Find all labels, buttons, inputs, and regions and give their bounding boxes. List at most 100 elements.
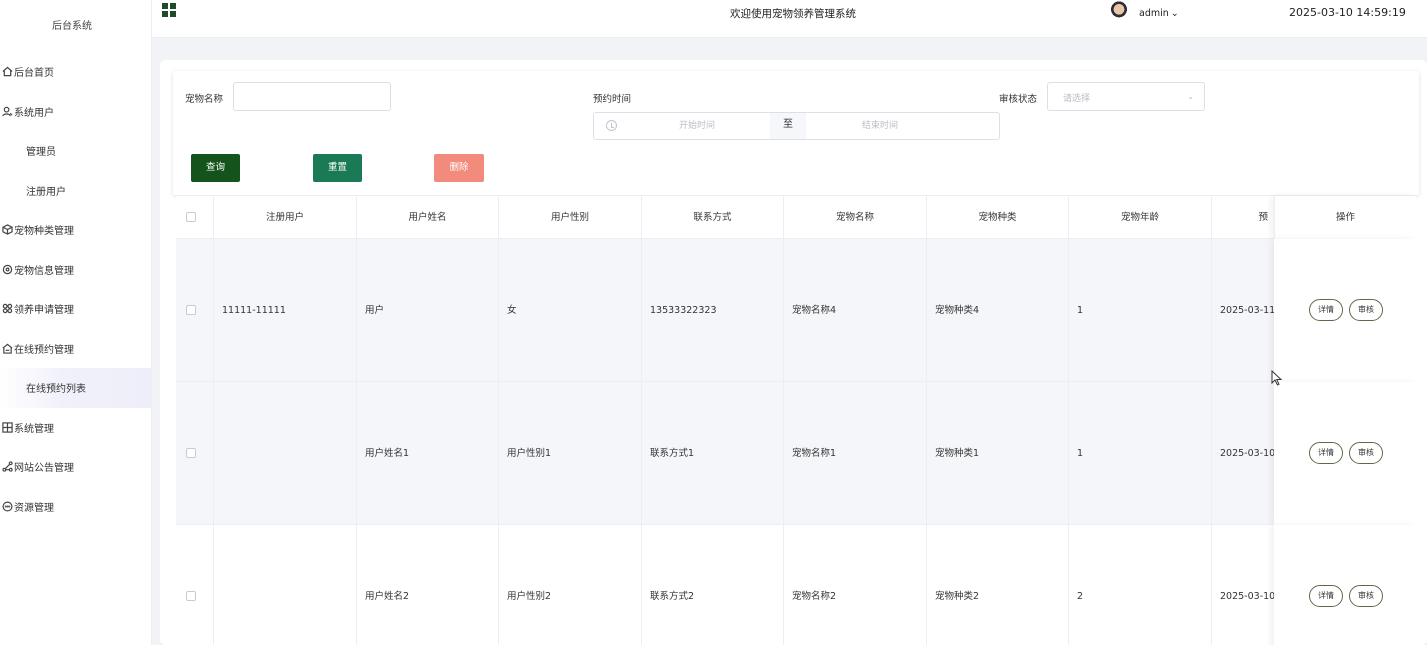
col-header: 宠物种类 [926,196,1068,239]
cell-pet-kind: 宠物种类2 [926,525,1068,645]
cell-gender: 用户性别2 [498,525,641,645]
cell-name: 用户 [356,239,498,382]
booking-time-label: 预约时间 [593,94,632,105]
search-panel: 宠物名称 预约时间 开始时间 至 结束时间 审核状态 请选择 ⌄ 查询 重置 删… [173,71,1419,195]
cell-phone: 联系方式1 [641,382,783,525]
sidebar-item-home[interactable]: 后台首页 [0,52,151,92]
cell-reg-user [213,382,356,525]
sidebar-item-label: 在线预约管理 [14,344,74,356]
col-header: 宠物名称 [783,196,926,239]
sidebar-item-system-users[interactable]: 系统用户 [0,92,151,132]
cell-pet-kind: 宠物种类4 [926,239,1068,382]
range-separator: 至 [770,113,806,139]
mouse-cursor-icon [1271,370,1283,386]
home-icon [0,65,14,79]
avatar[interactable] [1108,1,1130,23]
cell-name: 用户姓名1 [356,382,498,525]
target-icon [0,262,14,276]
sidebar-item-label: 在线预约列表 [26,384,86,396]
sidebar-item-label: 管理员 [26,147,56,159]
col-header: 注册用户 [213,196,356,239]
user-name: admin [1139,8,1169,19]
sidebar-item-label: 网站公告管理 [14,463,74,475]
select-all-checkbox[interactable] [186,212,196,222]
audit-status-label: 审核状态 [999,94,1038,105]
col-header-actions: 操作 [1274,196,1416,239]
chevron-down-icon: ⌄ [1170,8,1179,19]
table-header: 注册用户 用户姓名 用户性别 联系方式 宠物名称 宠物种类 宠物年龄 预 操作 [176,196,1416,239]
col-header: 用户性别 [498,196,641,239]
detail-button[interactable]: 详情 [1309,299,1343,321]
booking-time-range[interactable]: 开始时间 至 结束时间 [593,112,1000,140]
delete-button[interactable]: 删除 [434,154,484,182]
user-menu[interactable]: admin ⌄ [1139,8,1179,19]
sidebar-item-system[interactable]: 系统管理 [0,408,151,448]
end-time-input[interactable]: 结束时间 [806,113,954,139]
sidebar-item-admin[interactable]: 管理员 [0,131,151,171]
cell-pet-name: 宠物名称4 [783,239,926,382]
cell-gender: 用户性别1 [498,382,641,525]
cell-pet-age: 1 [1068,382,1211,525]
sidebar-item-registered-users[interactable]: 注册用户 [0,171,151,211]
col-header: 预 [1211,196,1274,239]
cell-reg-user [213,525,356,645]
brand-title: 后台系统 [52,21,92,32]
sidebar-item-label: 系统用户 [14,107,54,119]
cell-pet-age: 1 [1068,239,1211,382]
cell-pet-name: 宠物名称1 [783,382,926,525]
row-checkbox[interactable] [186,448,196,458]
row-checkbox[interactable] [186,591,196,601]
start-time-input[interactable]: 开始时间 [624,113,770,139]
detail-button[interactable]: 详情 [1309,585,1343,607]
menu-grid-icon[interactable] [162,3,178,19]
sidebar-item-label: 注册用户 [26,186,66,198]
cell-pet-age: 2 [1068,525,1211,645]
cell-name: 用户姓名2 [356,525,498,645]
sidebar-item-resources[interactable]: 资源管理 [0,487,151,527]
actions-cell: 详情 审核 [1274,382,1416,525]
sidebar-item-label: 宠物种类管理 [14,226,74,238]
row-checkbox[interactable] [186,305,196,315]
table-row: 用户姓名1 用户性别1 联系方式1 宠物名称1 宠物种类1 1 2025-03-… [176,382,1416,525]
audit-button[interactable]: 审核 [1349,442,1383,464]
sidebar-item-label: 系统管理 [14,423,54,435]
audit-status-select[interactable]: 请选择 ⌄ [1047,82,1205,111]
col-header: 用户姓名 [356,196,498,239]
table-row: 11111-11111 用户 女 13533322323 宠物名称4 宠物种类4… [176,239,1416,382]
sidebar: 后台系统 后台首页 系统用户 管理员 注册用户 宠物种类管理 宠物信息管理 领养… [0,0,152,645]
cell-booking-time: 2025-03-10 1 [1211,382,1274,525]
reset-button[interactable]: 重置 [313,154,362,182]
sidebar-item-label: 后台首页 [14,68,54,80]
booking-table: 注册用户 用户姓名 用户性别 联系方式 宠物名称 宠物种类 宠物年龄 预 操作 … [176,196,1416,645]
query-button[interactable]: 查询 [191,154,240,182]
sidebar-item-booking-list[interactable]: 在线预约列表 [0,368,151,408]
sidebar-item-pet-kind[interactable]: 宠物种类管理 [0,210,151,250]
pet-name-input[interactable] [233,82,391,111]
audit-button[interactable]: 审核 [1349,299,1383,321]
sidebar-item-adoption[interactable]: 领养申请管理 [0,289,151,329]
topbar: 欢迎使用宠物领养管理系统 admin ⌄ 2025-03-10 14:59:19 [152,0,1427,38]
col-header: 联系方式 [641,196,783,239]
sidebar-item-notice[interactable]: 网站公告管理 [0,447,151,487]
datetime: 2025-03-10 14:59:19 [1289,6,1406,19]
sidebar-item-label: 资源管理 [14,502,54,514]
clock-icon [606,120,617,131]
sidebar-item-label: 领养申请管理 [14,305,74,317]
apps-icon [0,302,14,316]
user-icon [0,104,14,118]
cell-phone: 13533322323 [641,239,783,382]
cell-reg-user: 11111-11111 [213,239,356,382]
grid-icon [0,420,14,434]
select-placeholder: 请选择 [1063,94,1091,104]
welcome-text: 欢迎使用宠物领养管理系统 [730,8,856,20]
pet-name-label: 宠物名称 [185,94,224,105]
cell-phone: 联系方式2 [641,525,783,645]
cube-icon [0,223,14,237]
cell-pet-name: 宠物名称2 [783,525,926,645]
actions-cell: 详情 审核 [1274,239,1416,382]
sidebar-item-booking[interactable]: 在线预约管理 [0,329,151,369]
actions-cell: 详情 审核 [1274,525,1416,645]
detail-button[interactable]: 详情 [1309,442,1343,464]
audit-button[interactable]: 审核 [1349,585,1383,607]
sidebar-item-pet-info[interactable]: 宠物信息管理 [0,250,151,290]
